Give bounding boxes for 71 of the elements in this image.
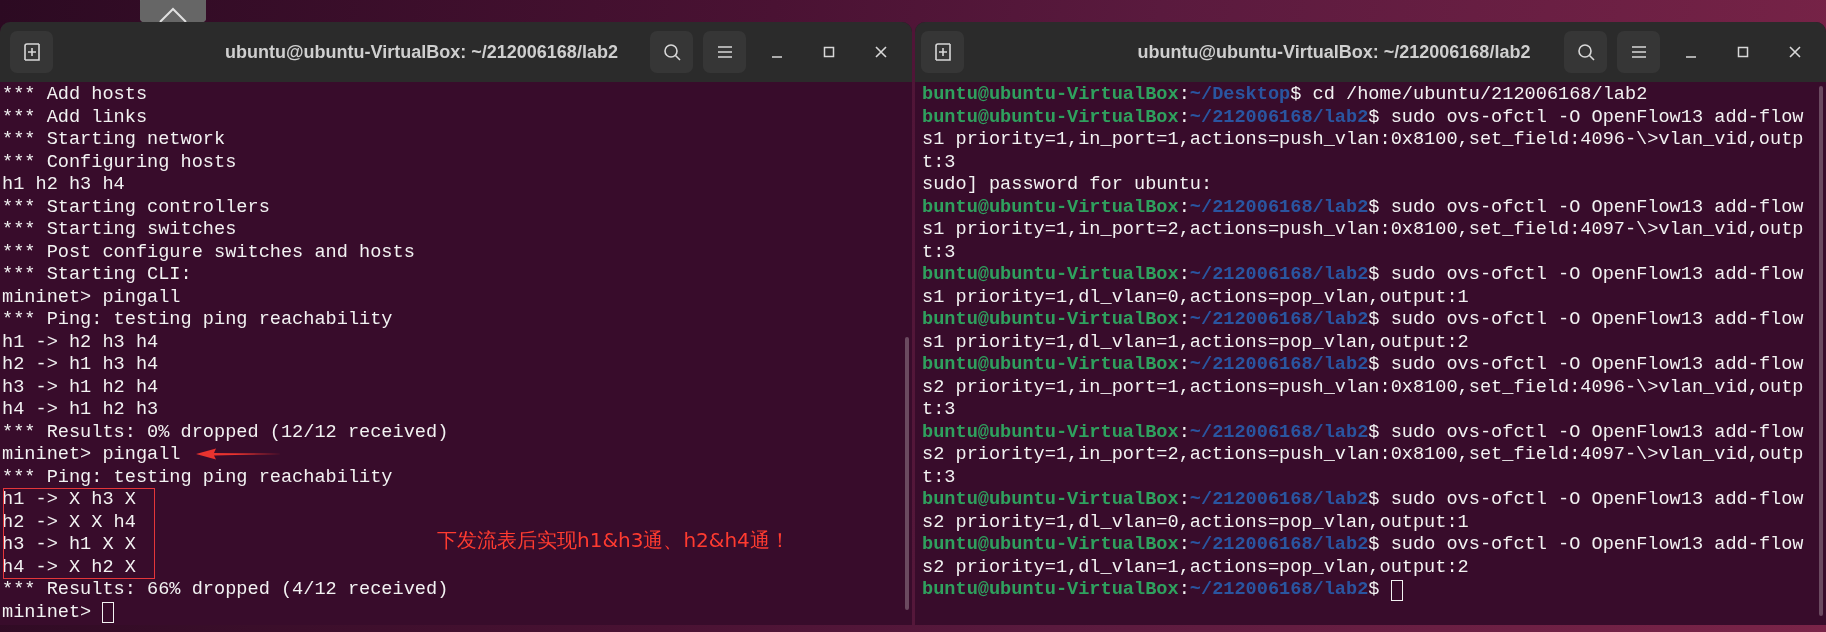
prompt-line: buntu@ubuntu-VirtualBox:~/212006168/lab2$ sudo ovs-ofctl -O OpenFlow13 add-flow: [922, 421, 1804, 444]
terminal-line: h3 -> h1 h2 h4: [2, 376, 159, 399]
terminal-line: *** Results: 66% dropped (4/12 received): [2, 579, 449, 602]
prompt-line: buntu@ubuntu-VirtualBox:~/212006168/lab2$ sudo ovs-ofctl -O OpenFlow13 add-flow: [922, 106, 1804, 129]
terminal-line: s2 priority=1,dl_vlan=1,actions=pop_vlan,output:2: [922, 556, 1469, 579]
terminal-line: mininet> pingall: [2, 286, 181, 309]
maximize-icon: [1737, 46, 1749, 58]
window-title: ubuntu@ubuntu-VirtualBox: ~/212006168/lab2: [224, 41, 619, 63]
search-button[interactable]: [1564, 31, 1607, 73]
prompt-line: buntu@ubuntu-VirtualBox:~/212006168/lab2$ sudo ovs-ofctl -O OpenFlow13 add-flow: [922, 489, 1804, 512]
search-button[interactable]: [650, 31, 693, 73]
terminal-line: *** Ping: testing ping reachability: [2, 309, 393, 332]
terminal-line: h4 -> X h2 X: [2, 556, 136, 579]
terminal-line: s1 priority=1,dl_vlan=0,actions=pop_vlan,output:1: [922, 286, 1469, 309]
terminal-line: *** Add hosts: [2, 84, 148, 107]
terminal-line: mininet> pingall: [2, 444, 181, 467]
scrollbar-thumb[interactable]: [1819, 86, 1823, 616]
terminal-line: h1 h2 h3 h4: [2, 174, 125, 197]
home-icon[interactable]: [140, 0, 206, 22]
terminal-line: h3 -> h1 X X: [2, 534, 136, 557]
search-icon: [661, 42, 682, 62]
new-tab-icon: [932, 42, 953, 62]
terminal-line: *** Results: 0% dropped (12/12 received): [2, 421, 449, 444]
close-icon: [875, 46, 887, 58]
terminal-line: *** Starting network: [2, 129, 226, 152]
terminal-line: t:3: [922, 399, 956, 422]
prompt-line: buntu@ubuntu-VirtualBox:~/212006168/lab2$: [922, 579, 1381, 602]
terminal-line: t:3: [922, 151, 956, 174]
prompt-line: buntu@ubuntu-VirtualBox:~/212006168/lab2$ sudo ovs-ofctl -O OpenFlow13 add-flow: [922, 354, 1804, 377]
terminal-line: *** Post configure switches and hosts: [2, 241, 415, 264]
terminal-line: h4 -> h1 h2 h3: [2, 399, 159, 422]
terminal-line: h1 -> X h3 X: [2, 489, 136, 512]
maximize-icon: [823, 46, 835, 58]
terminal-line: t:3: [922, 241, 956, 264]
terminal-line: s2 priority=1,dl_vlan=0,actions=pop_vlan,output:1: [922, 511, 1469, 534]
terminal-line: *** Starting controllers: [2, 196, 270, 219]
terminal-line: *** Starting switches: [2, 219, 237, 242]
close-icon: [1789, 46, 1801, 58]
window-title: ubuntu@ubuntu-VirtualBox: ~/212006168/lab2: [1136, 41, 1532, 63]
terminal-line: *** Configuring hosts: [2, 151, 237, 174]
terminal-line: h2 -> h1 h3 h4: [2, 354, 159, 377]
menu-button[interactable]: [703, 31, 746, 73]
terminal-line: h1 -> h2 h3 h4: [2, 331, 159, 354]
prompt-line: buntu@ubuntu-VirtualBox:~/212006168/lab2$ sudo ovs-ofctl -O OpenFlow13 add-flow: [922, 196, 1804, 219]
new-tab-icon: [21, 42, 42, 62]
terminal-line: s1 priority=1,in_port=2,actions=push_vlan:0x8100,set_field:4097-\>vlan_vid,outp: [922, 219, 1804, 242]
menu-button[interactable]: [1617, 31, 1660, 73]
prompt-line: buntu@ubuntu-VirtualBox:~/Desktop$ cd /home/ubuntu/212006168/lab2: [922, 84, 1648, 107]
terminal-line: t:3: [922, 466, 956, 489]
minimize-icon: [1685, 56, 1697, 58]
new-tab-button[interactable]: [10, 31, 53, 73]
menu-icon: [1629, 44, 1648, 60]
scrollbar-thumb[interactable]: [905, 337, 909, 610]
terminal-line: s2 priority=1,in_port=1,actions=push_vlan:0x8100,set_field:4096-\>vlan_vid,outp: [922, 376, 1804, 399]
terminal-line: sudo] password for ubuntu:: [922, 174, 1213, 197]
prompt-line: buntu@ubuntu-VirtualBox:~/212006168/lab2$ sudo ovs-ofctl -O OpenFlow13 add-flow: [922, 534, 1804, 557]
terminal-line: *** Add links: [2, 106, 148, 129]
terminal-line: *** Starting CLI:: [2, 264, 192, 287]
prompt-line: buntu@ubuntu-VirtualBox:~/212006168/lab2$ sudo ovs-ofctl -O OpenFlow13 add-flow: [922, 264, 1804, 287]
minimize-icon: [771, 56, 783, 58]
menu-icon: [715, 44, 734, 60]
terminal-line: s1 priority=1,dl_vlan=1,actions=pop_vlan,output:2: [922, 331, 1469, 354]
terminal-line: s2 priority=1,in_port=2,actions=push_vlan:0x8100,set_field:4097-\>vlan_vid,outp: [922, 444, 1804, 467]
terminal-line: *** Ping: testing ping reachability: [2, 466, 393, 489]
search-icon: [1575, 42, 1596, 62]
terminal-line: h2 -> X X h4: [2, 511, 136, 534]
terminal-line: s1 priority=1,in_port=1,actions=push_vlan:0x8100,set_field:4096-\>vlan_vid,outp: [922, 129, 1804, 152]
terminal-line: mininet>: [2, 601, 93, 624]
prompt-line: buntu@ubuntu-VirtualBox:~/212006168/lab2$ sudo ovs-ofctl -O OpenFlow13 add-flow: [922, 309, 1804, 332]
annotation-text: 下发流表后实现h1&h3通、h2&h4通！: [437, 527, 790, 554]
new-tab-button[interactable]: [921, 31, 964, 73]
